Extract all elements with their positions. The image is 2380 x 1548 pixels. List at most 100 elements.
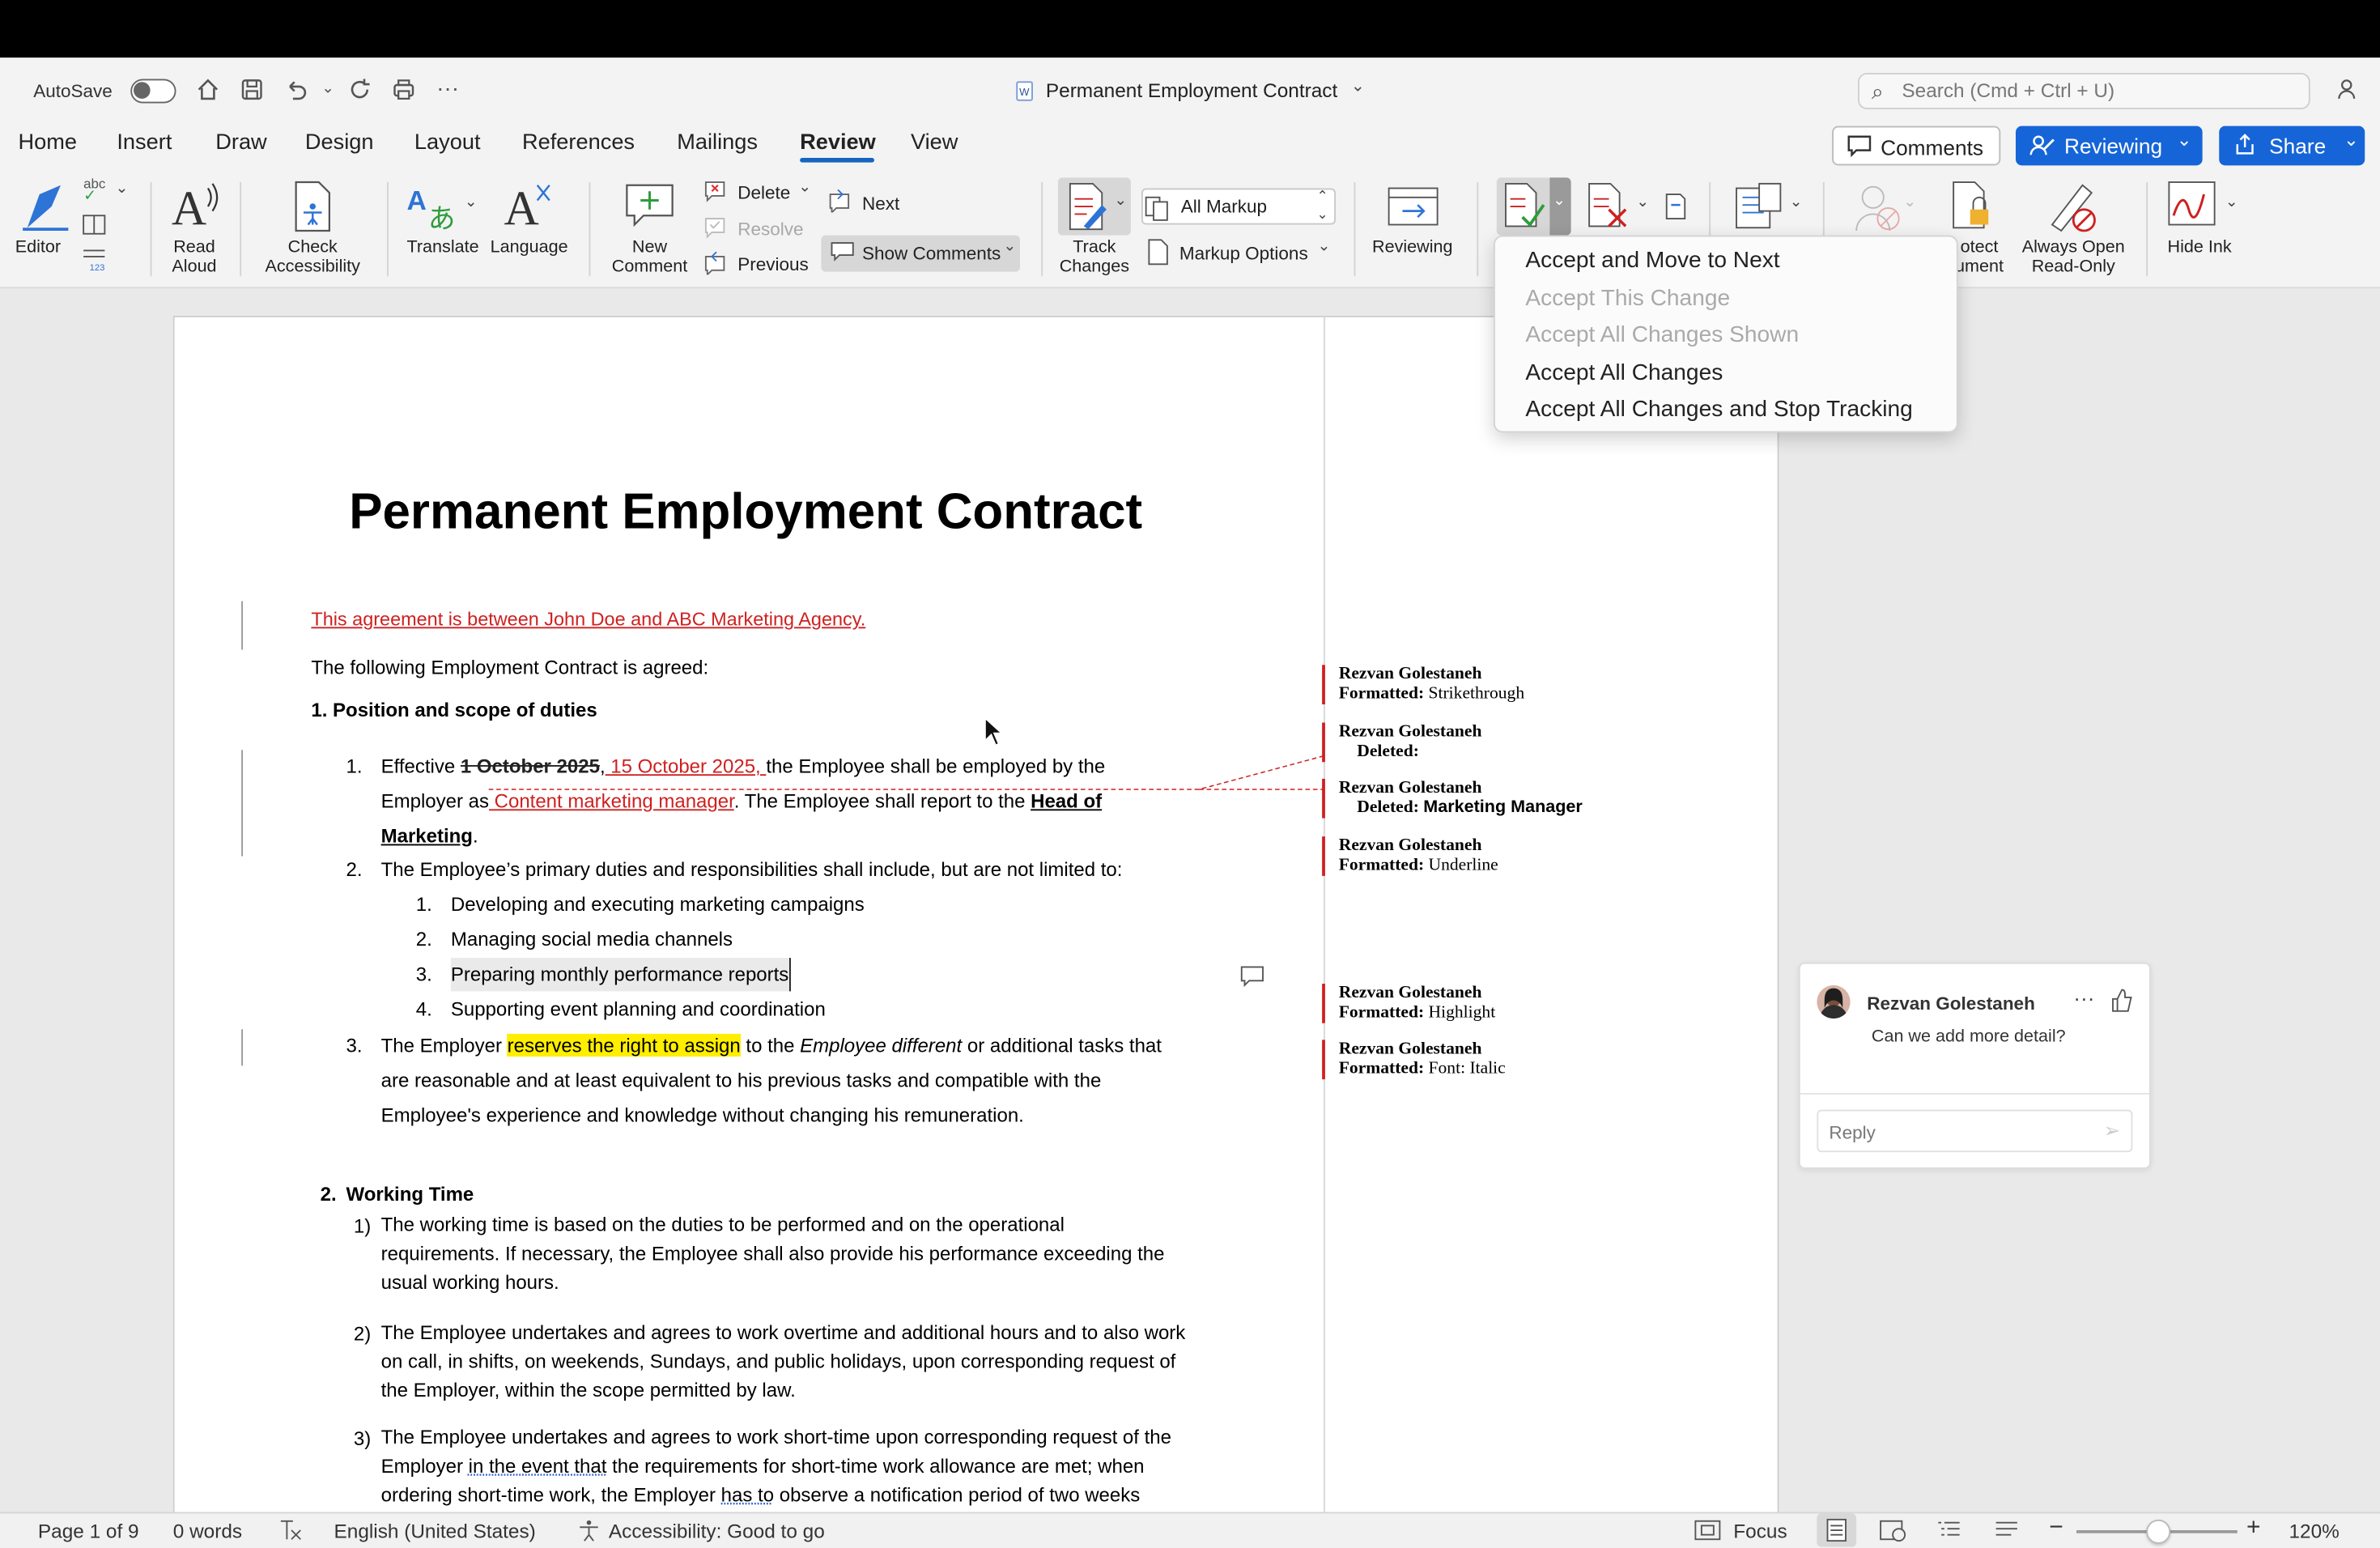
always-open-read-only-label[interactable]: Always Open Read-Only: [2012, 238, 2134, 278]
menu-item-accept-all-and-stop-tracking[interactable]: Accept All Changes and Stop Tracking: [1525, 396, 1912, 422]
comments-button[interactable]: Comments: [1832, 125, 2001, 166]
redo-icon[interactable]: [346, 76, 374, 104]
comment-indicator-icon[interactable]: [1240, 964, 1264, 989]
tab-mailings[interactable]: Mailings: [677, 130, 758, 155]
home-icon[interactable]: [194, 76, 222, 104]
protect-document-label[interactable]: otect ument: [1949, 238, 2010, 278]
reply-input[interactable]: Reply ➢: [1817, 1109, 2133, 1153]
commented-sub-list-item[interactable]: Preparing monthly performance reports: [450, 958, 791, 992]
accept-dropdown-toggle[interactable]: ⌄: [1549, 177, 1571, 236]
always-open-read-only-icon[interactable]: [2046, 179, 2102, 234]
tab-layout[interactable]: Layout: [414, 130, 481, 155]
more-commands-icon[interactable]: ···: [434, 76, 461, 104]
compare-chevron-down-icon[interactable]: ⌄: [1790, 194, 1803, 211]
reject-icon[interactable]: [1585, 181, 1637, 232]
delete-chevron-down-icon[interactable]: ⌄: [798, 179, 811, 196]
account-icon[interactable]: [2335, 76, 2362, 104]
thesaurus-icon[interactable]: [82, 214, 106, 235]
share-button[interactable]: Share ⌄: [2219, 125, 2365, 166]
spelling-chevron-down-icon[interactable]: ⌄: [116, 181, 129, 198]
markup-balloon[interactable]: Rezvan Golestaneh Formatted: Underline: [1322, 836, 1498, 876]
markup-balloon[interactable]: Rezvan Golestaneh Formatted: Strikethroug…: [1322, 665, 1524, 704]
previous-comment-label[interactable]: Previous: [737, 253, 809, 274]
tab-references[interactable]: References: [522, 130, 635, 155]
markup-options-label[interactable]: Markup Options: [1179, 243, 1308, 264]
read-aloud-icon[interactable]: A: [172, 179, 220, 236]
compare-icon[interactable]: [1735, 182, 1783, 231]
protect-document-icon[interactable]: [1949, 179, 1995, 234]
language-icon[interactable]: A: [504, 179, 556, 236]
reject-chevron-down-icon[interactable]: ⌄: [1636, 194, 1649, 211]
grammar-flag-text[interactable]: has to: [721, 1483, 774, 1506]
document-title[interactable]: Permanent Employment Contract: [1046, 79, 1337, 102]
menu-item-accept-and-move-to-next[interactable]: Accept and Move to Next: [1525, 248, 1779, 274]
comment-more-icon[interactable]: ···: [2073, 985, 2094, 1010]
undo-icon[interactable]: [283, 76, 310, 104]
show-comments-button[interactable]: Show Comments ⌄: [821, 235, 1020, 272]
previous-comment-icon[interactable]: [703, 250, 727, 277]
word-count[interactable]: 0 words: [173, 1520, 242, 1542]
translate-chevron-down-icon[interactable]: ⌄: [465, 194, 478, 211]
zoom-slider-thumb[interactable]: [2146, 1519, 2171, 1544]
spelling-check-icon[interactable]: ✓: [83, 189, 96, 206]
markup-balloon[interactable]: Rezvan Golestaneh Formatted: Font: Italic: [1322, 1040, 1506, 1080]
accessibility-status[interactable]: Accessibility: Good to go: [609, 1520, 825, 1542]
new-comment-label[interactable]: New Comment: [607, 238, 692, 278]
zoom-in-icon[interactable]: +: [2246, 1515, 2261, 1542]
delete-comment-icon[interactable]: [703, 179, 727, 203]
reviewing-mode-button[interactable]: Reviewing ⌄: [2016, 125, 2203, 166]
tab-home[interactable]: Home: [19, 130, 78, 155]
delete-comment-label[interactable]: Delete: [737, 182, 790, 203]
web-layout-view-icon[interactable]: [1879, 1518, 1906, 1547]
draft-view-icon[interactable]: [1995, 1518, 2019, 1547]
focus-label[interactable]: Focus: [1733, 1520, 1787, 1542]
reviewing-pane-icon[interactable]: [1388, 185, 1439, 231]
next-comment-label[interactable]: Next: [862, 193, 899, 214]
word-count-icon[interactable]: 123: [82, 246, 109, 274]
tab-review[interactable]: Review: [800, 130, 876, 155]
undo-dropdown-chevron-icon[interactable]: ⌄: [314, 76, 342, 104]
new-comment-icon[interactable]: [623, 179, 678, 231]
page-indicator[interactable]: Page 1 of 9: [38, 1520, 139, 1542]
search-input[interactable]: ⌕ Search (Cmd + Ctrl + U): [1858, 73, 2310, 109]
send-icon[interactable]: ➢: [2104, 1119, 2120, 1143]
reviewing-pane-label[interactable]: Reviewing: [1372, 238, 1452, 257]
translate-icon[interactable]: Aあ: [407, 179, 462, 235]
proofing-icon[interactable]: [278, 1518, 302, 1547]
previous-change-icon[interactable]: [1664, 189, 1688, 222]
zoom-out-icon[interactable]: −: [2049, 1515, 2063, 1542]
focus-icon[interactable]: [1694, 1518, 1722, 1547]
hide-ink-label[interactable]: Hide Ink: [2168, 238, 2232, 257]
menu-item-accept-all-changes[interactable]: Accept All Changes: [1525, 359, 1723, 385]
editor-label[interactable]: Editor: [15, 238, 61, 257]
track-changes-button[interactable]: ⌄: [1057, 177, 1131, 236]
comment-card[interactable]: Rezvan Golestaneh ··· Can we add more de…: [1798, 962, 2151, 1169]
language-indicator[interactable]: English (United States): [334, 1520, 536, 1542]
accessibility-icon[interactable]: [577, 1518, 601, 1547]
check-accessibility-label[interactable]: Check Accessibility: [252, 238, 373, 278]
hide-ink-icon[interactable]: [2168, 179, 2220, 231]
save-icon[interactable]: [238, 76, 266, 104]
tab-draw[interactable]: Draw: [215, 130, 266, 155]
outline-view-icon[interactable]: [1937, 1518, 1961, 1547]
tab-view[interactable]: View: [911, 130, 958, 155]
like-icon[interactable]: [2110, 987, 2134, 1014]
print-icon[interactable]: [390, 76, 418, 104]
markup-options-icon[interactable]: [1148, 238, 1169, 266]
accept-button[interactable]: ⌄: [1496, 177, 1571, 236]
tab-insert[interactable]: Insert: [117, 130, 172, 155]
tab-design[interactable]: Design: [305, 130, 374, 155]
markup-balloon[interactable]: Rezvan Golestaneh Formatted: Highlight: [1322, 984, 1495, 1023]
markup-balloon[interactable]: Rezvan Golestaneh Deleted: Marketing Mana…: [1322, 778, 1583, 819]
next-comment-icon[interactable]: [827, 189, 852, 215]
editor-icon[interactable]: [19, 179, 74, 234]
track-changes-label[interactable]: Track Changes: [1051, 238, 1139, 278]
read-aloud-label[interactable]: Read Aloud: [164, 238, 225, 278]
autosave-toggle[interactable]: [130, 79, 176, 104]
zoom-level[interactable]: 120%: [2289, 1520, 2340, 1542]
check-accessibility-icon[interactable]: [291, 179, 334, 234]
grammar-flag-text[interactable]: in the event that: [469, 1454, 607, 1477]
title-chevron-down-icon[interactable]: ⌄: [1351, 76, 1365, 96]
print-layout-view-icon[interactable]: [1817, 1513, 1857, 1547]
markup-options-chevron-down-icon[interactable]: ⌄: [1318, 238, 1331, 255]
